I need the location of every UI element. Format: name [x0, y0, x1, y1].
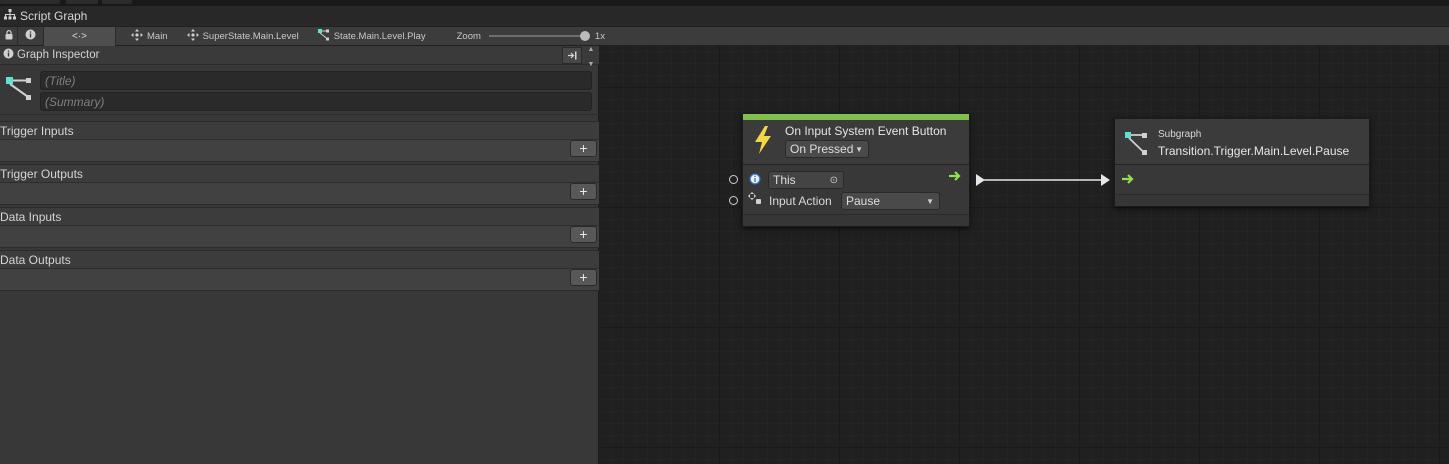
data-outputs-header[interactable]: Data Outputs — [0, 250, 599, 269]
scroll-down-icon[interactable]: ▼ — [588, 61, 595, 68]
input-action-icon — [748, 192, 762, 208]
graph-canvas[interactable]: On Input System Event Button On Pressed … — [600, 46, 1449, 464]
graph-inspector-title: Graph Inspector — [17, 49, 100, 61]
zoom-slider-handle[interactable] — [579, 31, 590, 41]
graph-title-field[interactable]: (Title) — [40, 71, 592, 90]
collapse-panel-button[interactable] — [562, 47, 582, 64]
window-title-bar: Script Graph — [0, 6, 1449, 26]
subgraph-icon — [1124, 130, 1148, 160]
data-inputs-list — [0, 226, 599, 248]
input-action-dropdown[interactable]: Pause ▼ — [841, 192, 940, 210]
subgraph-kind-label: Subgraph — [1158, 129, 1202, 140]
breadcrumb-label: State.Main.Level.Play — [333, 30, 426, 42]
trigger-inputs-header[interactable]: Trigger Inputs — [0, 121, 599, 140]
breadcrumb-label: SuperState.Main.Level — [202, 30, 299, 42]
press-mode-dropdown[interactable]: On Pressed ▼ — [785, 140, 869, 158]
add-data-output-button[interactable]: + — [570, 269, 597, 286]
info-button[interactable] — [18, 26, 44, 46]
add-trigger-input-button[interactable]: + — [570, 140, 597, 157]
trigger-input-arrow-icon[interactable] — [1121, 173, 1135, 188]
input-action-label: Input Action — [769, 194, 832, 208]
state-graph-icon — [317, 28, 330, 44]
info-icon — [25, 29, 36, 43]
section-title: Data Inputs — [0, 209, 62, 224]
inspector-divider — [0, 114, 599, 115]
trigger-outputs-list — [0, 183, 599, 205]
breadcrumb-state[interactable]: State.Main.Level.Play — [308, 27, 435, 46]
trigger-outputs-header[interactable]: Trigger Outputs — [0, 164, 599, 183]
lightning-icon — [753, 126, 773, 157]
control-connection[interactable] — [970, 171, 1115, 189]
chevron-down-icon: ▼ — [855, 144, 863, 154]
input-action-value: Pause — [846, 194, 881, 208]
move-icon — [131, 28, 143, 44]
panel-scrollbar[interactable]: ▲ ▼ — [583, 46, 599, 68]
target-input-port[interactable] — [729, 175, 738, 184]
event-node-title: On Input System Event Button — [785, 124, 947, 138]
window-tab[interactable] — [0, 0, 60, 4]
target-field[interactable]: This ⊙ — [768, 171, 844, 189]
add-trigger-output-button[interactable]: + — [570, 183, 597, 200]
window-tab[interactable] — [102, 0, 132, 4]
graph-inspector-header: Graph Inspector — [0, 46, 599, 65]
event-node-header: On Input System Event Button On Pressed … — [743, 120, 969, 165]
move-icon — [186, 28, 199, 44]
window-tab[interactable] — [66, 0, 98, 4]
info-icon — [749, 173, 761, 188]
dock-right-icon — [567, 49, 577, 63]
data-inputs-header[interactable]: Data Inputs — [0, 207, 599, 226]
code-icon: <·> — [71, 30, 87, 42]
breadcrumb-main[interactable]: Main — [122, 27, 177, 46]
press-mode-value: On Pressed — [790, 142, 854, 156]
scroll-up-icon[interactable]: ▲ — [588, 46, 595, 53]
connection-end-arrow — [1101, 174, 1110, 186]
subgraph-name: Transition.Trigger.Main.Level.Pause — [1158, 144, 1350, 158]
graph-summary-placeholder: (Summary) — [45, 94, 105, 109]
event-node-footer — [743, 214, 969, 226]
subgraph-node-footer — [1115, 194, 1369, 206]
connection-start-arrow — [976, 174, 985, 186]
target-picker-icon[interactable]: ⊙ — [830, 175, 838, 186]
section-title: Trigger Outputs — [0, 166, 83, 181]
subgraph-node[interactable]: Subgraph Transition.Trigger.Main.Level.P… — [1114, 118, 1370, 207]
graph-inspector-panel: Graph Inspector ▲ ▼ (Title) (Summary) Tr… — [0, 46, 599, 464]
data-outputs-list — [0, 269, 599, 291]
window-title: Script Graph — [20, 9, 88, 23]
breadcrumb-label: Main — [147, 30, 168, 42]
graph-title-placeholder: (Title) — [45, 73, 76, 88]
lock-icon — [5, 29, 13, 43]
input-action-input-port[interactable] — [729, 196, 738, 205]
section-title: Trigger Inputs — [0, 123, 74, 138]
zoom-value: 1x — [594, 30, 605, 42]
subgraph-node-header: Subgraph Transition.Trigger.Main.Level.P… — [1115, 119, 1369, 165]
trigger-output-arrow-icon[interactable] — [948, 170, 962, 185]
section-title: Data Outputs — [0, 252, 71, 267]
info-icon — [3, 48, 14, 62]
lock-button[interactable] — [0, 26, 18, 46]
breadcrumb-superstate[interactable]: SuperState.Main.Level — [177, 27, 308, 46]
chevron-down-icon: ▼ — [926, 196, 934, 206]
trigger-inputs-list — [0, 140, 599, 162]
graph-toolbar: <·> Main SuperState.Main.Level State.Mai… — [0, 26, 1449, 46]
hierarchy-icon — [4, 9, 16, 23]
add-data-input-button[interactable]: + — [570, 226, 597, 243]
graph-summary-field[interactable]: (Summary) — [40, 92, 592, 111]
target-value: This — [773, 173, 796, 187]
on-input-system-event-button-node[interactable]: On Input System Event Button On Pressed … — [742, 113, 970, 227]
zoom-label: Zoom — [456, 30, 481, 42]
subgraph-icon — [5, 74, 33, 105]
zoom-slider[interactable] — [488, 31, 590, 41]
toggle-code-button[interactable]: <·> — [44, 26, 116, 46]
